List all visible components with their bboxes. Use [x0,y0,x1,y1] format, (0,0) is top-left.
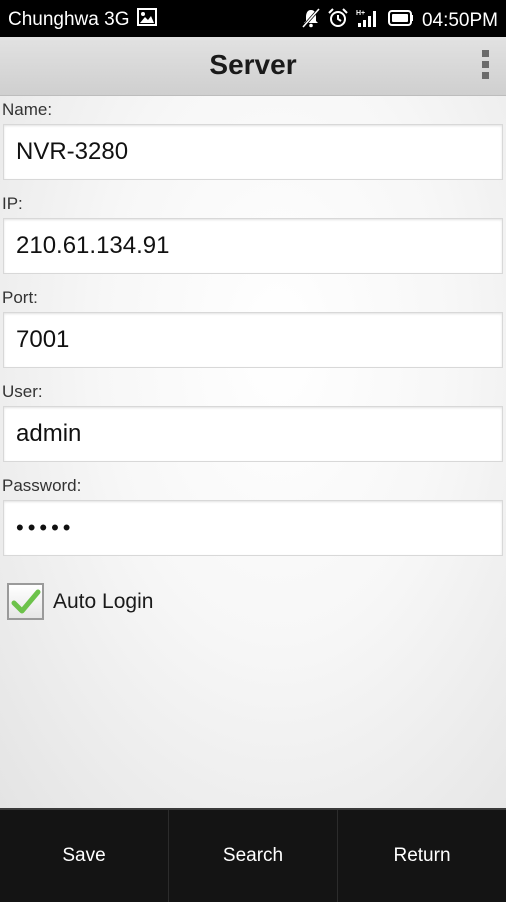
port-label: Port: [2,288,38,307]
action-bar: Server [0,37,506,96]
carrier-name: Chunghwa 3G [8,9,130,30]
save-button[interactable]: Save [0,810,169,902]
status-time: 04:50PM [421,10,498,31]
status-left: Chunghwa 3G [8,8,158,32]
battery-icon [387,10,414,32]
muted-bell-icon [301,8,321,34]
return-button[interactable]: Return [338,810,506,902]
hplus-signal-icon: H+ [356,8,380,34]
page-title: Server [209,49,297,80]
auto-login-label: Auto Login [53,589,154,613]
password-label: Password: [2,476,82,495]
port-input[interactable] [3,312,503,368]
bottom-button-bar: Save Search Return [0,808,506,902]
status-bar: Chunghwa 3G H+ 04:50PM [0,0,506,37]
name-label: Name: [2,100,53,119]
password-input[interactable] [3,500,503,556]
status-right: H+ 04:50PM [294,8,498,34]
ip-input[interactable] [3,218,503,274]
server-form: Name: IP: Port: User: Password: Auto Log… [0,96,506,808]
checkmark-icon [11,589,40,613]
search-button[interactable]: Search [169,810,338,902]
user-input[interactable] [3,406,503,462]
auto-login-row[interactable]: Auto Login [7,583,153,620]
name-input[interactable] [3,124,503,180]
ip-label: IP: [2,194,23,213]
alarm-clock-icon [328,8,348,34]
overflow-menu-icon[interactable] [482,50,490,82]
svg-text:H+: H+ [356,10,365,17]
auto-login-checkbox[interactable] [7,583,44,620]
image-notification-icon [137,8,158,32]
user-label: User: [2,382,43,401]
